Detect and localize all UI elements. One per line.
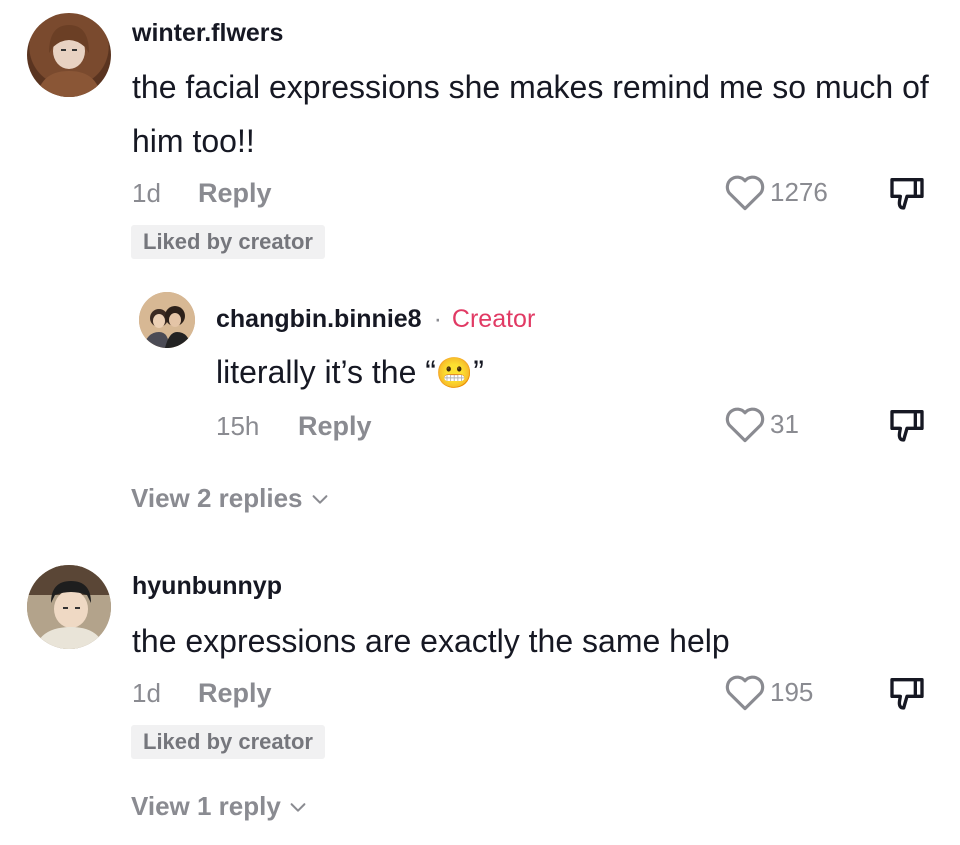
avatar-photo-icon <box>139 292 195 348</box>
reply-button[interactable]: Reply <box>298 411 372 442</box>
reply-text-after: ” <box>473 354 484 390</box>
avatar[interactable] <box>27 565 111 649</box>
liked-by-creator-badge: Liked by creator <box>131 725 325 759</box>
comment-timestamp: 1d <box>132 178 161 208</box>
comment-username[interactable]: hyunbunnyp <box>132 572 282 601</box>
chevron-down-icon <box>312 494 327 504</box>
heart-outline-icon <box>725 675 765 711</box>
avatar-photo-icon <box>37 25 101 97</box>
reply-timestamp: 15h <box>216 411 260 441</box>
view-replies-button[interactable]: View 1 reply <box>131 791 309 822</box>
separator-dot: · <box>433 305 442 333</box>
reply-text-before: literally it’s the “ <box>216 354 436 390</box>
like-button[interactable]: 195 <box>724 672 813 712</box>
like-count: 195 <box>770 676 814 707</box>
comment-username[interactable]: winter.flwers <box>132 19 283 48</box>
like-count: 31 <box>770 408 799 439</box>
liked-by-creator-badge: Liked by creator <box>131 225 325 259</box>
view-replies-label: View 2 replies <box>131 483 303 513</box>
reply-username[interactable]: changbin.binnie8 <box>216 305 422 334</box>
like-count: 1276 <box>770 176 828 207</box>
reply-header: changbin.binnie8 · Creator <box>216 305 535 334</box>
dislike-button[interactable] <box>887 405 927 445</box>
heart-outline-icon <box>725 175 765 211</box>
dislike-button[interactable] <box>887 673 927 713</box>
view-replies-label: View 1 reply <box>131 791 281 821</box>
avatar[interactable] <box>139 292 195 348</box>
grimacing-face-icon: 😬 <box>435 357 474 390</box>
reply-text: literally it’s the “😬” <box>216 345 484 401</box>
like-button[interactable]: 31 <box>724 404 799 444</box>
thumbs-down-icon <box>890 178 924 210</box>
dislike-button[interactable] <box>887 173 927 213</box>
comment-timestamp: 1d <box>132 678 161 708</box>
avatar-photo-icon <box>27 565 111 649</box>
like-button[interactable]: 1276 <box>724 172 828 212</box>
thumbs-down-icon <box>890 410 924 442</box>
reply-button[interactable]: Reply <box>198 678 272 709</box>
chevron-down-icon <box>290 802 306 812</box>
view-replies-button[interactable]: View 2 replies <box>131 483 331 514</box>
reply-button[interactable]: Reply <box>198 178 272 209</box>
thumbs-down-icon <box>890 678 924 710</box>
comment-text: the expressions are exactly the same hel… <box>132 623 730 659</box>
creator-tag: Creator <box>451 305 536 333</box>
heart-outline-icon <box>725 407 765 443</box>
comment-text: the facial expressions she makes remind … <box>132 69 929 159</box>
avatar[interactable] <box>27 13 111 97</box>
